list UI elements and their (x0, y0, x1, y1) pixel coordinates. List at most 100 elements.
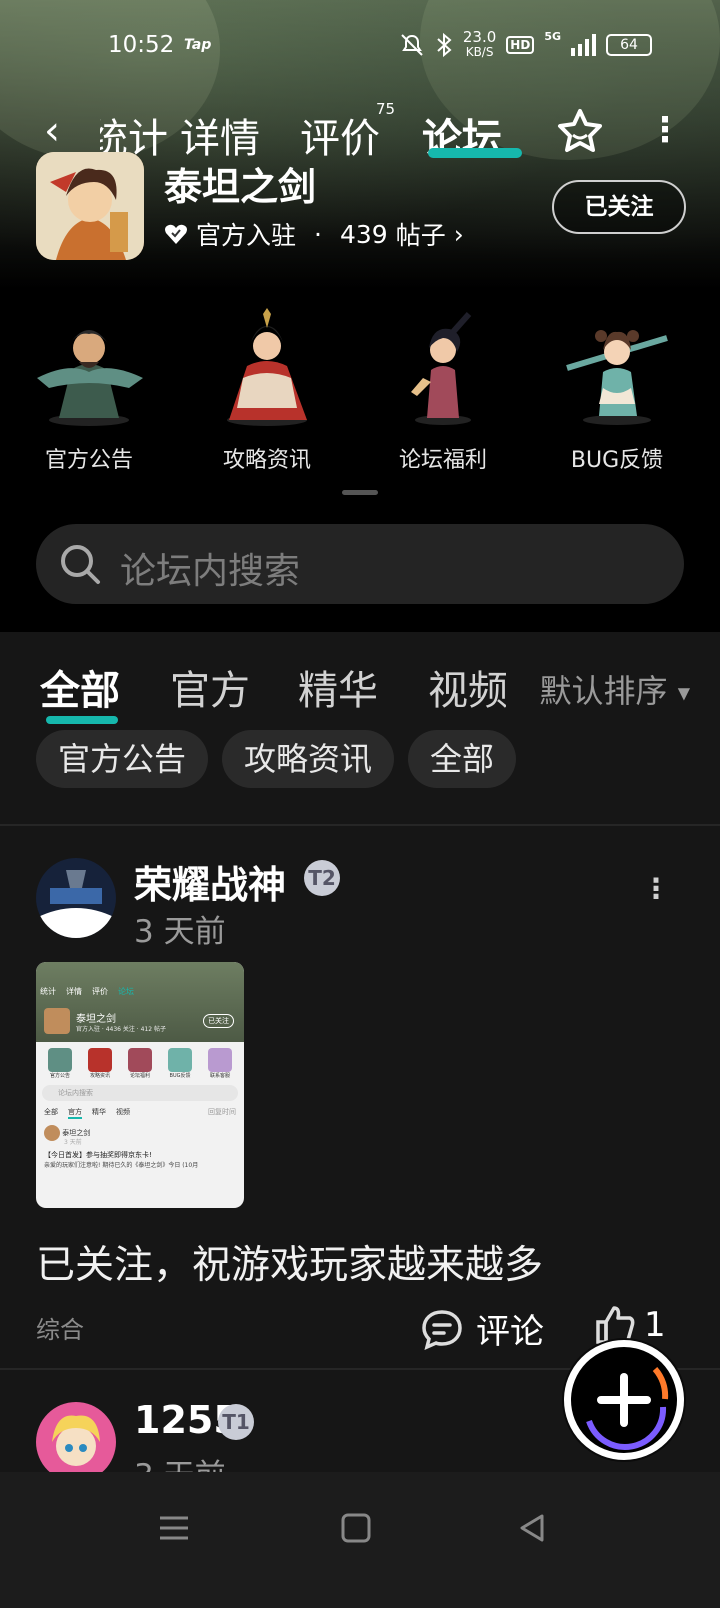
thumb-post-preview: 亲爱的玩家们注意啦! 期待已久的《泰坦之剑》今日 (10月 (44, 1162, 199, 1169)
reviews-count-badge: 75 (376, 100, 396, 118)
sort-label: 默认排序 (539, 672, 668, 710)
game-info: 泰坦之剑 官方入驻 · 439 帖子 › 已关注 (36, 152, 686, 262)
thumb-sort: 回复时间 (208, 1108, 236, 1116)
post-time: 3 天前 (134, 914, 226, 950)
thumb-meta: 官方入驻 · 4436 关注 · 412 帖子 (76, 1026, 166, 1033)
chip-official-announcement[interactable]: 官方公告 (36, 730, 209, 788)
category-label: 攻略资讯 (222, 448, 311, 473)
category-label: 官方公告 (44, 448, 133, 473)
thumb-ftab: 精华 (92, 1108, 106, 1116)
comment-button[interactable]: 评论 (420, 1304, 544, 1353)
top-nav: ‹ 统计 详情 评价 75 论坛 ⋮ (0, 100, 720, 162)
thumb-title: 泰坦之剑 (76, 1014, 116, 1025)
thumb-tab: 详情 (66, 987, 82, 996)
thumb-tab: 论坛 (118, 987, 134, 996)
favorite-star-icon[interactable] (555, 106, 605, 156)
meta-separator: · (314, 219, 322, 249)
post-more-icon[interactable]: ⋮ (642, 875, 670, 903)
feed-tabs: 全部 官方 精华 视频 默认排序 ▼ (0, 652, 720, 724)
category-label: BUG反馈 (570, 448, 664, 473)
plus-icon (586, 1367, 669, 1450)
search-input[interactable]: 论坛内搜索 (120, 542, 300, 594)
battery-level: 64 (620, 37, 638, 53)
official-label: 官方入驻 (196, 221, 297, 250)
signal-icon (571, 34, 596, 56)
network-type: 5G (544, 30, 561, 43)
more-options-icon[interactable]: ⋮ (648, 110, 682, 150)
forum-search-bar[interactable]: 论坛内搜索 (36, 524, 684, 604)
follow-button[interactable]: 已关注 (552, 180, 686, 234)
network-speed-value: 23.0 (462, 28, 497, 46)
create-post-button[interactable] (564, 1340, 684, 1460)
thumb-tab: 统计 (40, 987, 56, 996)
thumb-ftab: 官方 (68, 1107, 82, 1119)
search-icon (61, 545, 100, 584)
feed-tab-featured[interactable]: 精华 (298, 658, 378, 716)
user-level-badge: T1 (218, 1404, 254, 1440)
thumb-cat: 官方公告 (49, 1073, 70, 1079)
feed-tab-indicator (46, 716, 118, 724)
feed-tab-all[interactable]: 全部 (40, 658, 120, 716)
status-time: 10:52 (108, 32, 175, 58)
category-bug-report[interactable]: BUG反馈 (532, 300, 702, 474)
home-icon[interactable] (340, 1512, 372, 1544)
battery-icon: 64 (606, 34, 652, 56)
menu-icon[interactable] (158, 1512, 190, 1544)
feed-tab-official[interactable]: 官方 (170, 658, 250, 716)
thumb-search: 论坛内搜索 (42, 1085, 238, 1101)
category-label: 论坛福利 (398, 448, 487, 473)
thumb-ftab: 视频 (116, 1108, 130, 1116)
tap-logo: Tap (184, 37, 212, 53)
verified-heart-icon (165, 224, 187, 244)
posts-label[interactable]: 帖子 (396, 216, 446, 252)
category-official-announcement[interactable]: 官方公告 (4, 300, 174, 474)
thumb-cat: 联系客服 (209, 1073, 230, 1079)
chevron-right-icon[interactable]: › (454, 220, 464, 249)
game-header: 10:52 Tap 23.0 KB/S HD 5G 64 ‹ 统计 详情 评价 … (0, 0, 720, 290)
character-girl-icon (557, 308, 677, 428)
category-welfare[interactable]: 论坛福利 (358, 300, 528, 474)
author-avatar[interactable] (36, 1402, 116, 1482)
thumb-tab: 评价 (92, 987, 108, 996)
author-avatar[interactable] (36, 858, 116, 938)
hd-badge: HD (506, 36, 535, 54)
comment-label: 评论 (476, 1312, 544, 1352)
thumb-post-author: 泰坦之剑 (62, 1129, 91, 1137)
network-speed-unit: KB/S (465, 45, 494, 59)
thumb-ftab: 全部 (44, 1108, 58, 1116)
chip-all[interactable]: 全部 (408, 730, 517, 788)
thumb-cat: 论坛福利 (129, 1073, 150, 1079)
game-title: 泰坦之剑 (164, 165, 317, 209)
thumb-follow: 已关注 (203, 1014, 234, 1028)
sort-dropdown[interactable]: 默认排序 ▼ (540, 666, 691, 712)
author-name[interactable]: 荣耀战神 (134, 854, 286, 909)
forum-categories: 官方公告 攻略资讯 论坛福利 BUG反馈 (0, 300, 720, 490)
system-nav-bar (0, 1472, 720, 1608)
character-lady-icon (207, 308, 327, 428)
game-logo[interactable] (36, 152, 144, 260)
feed-tab-video[interactable]: 视频 (428, 658, 506, 716)
chip-guides[interactable]: 攻略资讯 (222, 730, 395, 788)
post-category-tag[interactable]: 综合 (36, 1310, 84, 1345)
status-bar: 10:52 Tap 23.0 KB/S HD 5G 64 (0, 28, 720, 68)
back-icon[interactable]: ‹ (44, 108, 60, 154)
post-card[interactable]: 荣耀战神 T2 3 天前 ⋮ 统计 详情 评价 论坛 泰坦之剑 官方入驻 · 4… (0, 858, 720, 1358)
like-count: 1 (644, 1305, 666, 1345)
mute-icon (401, 34, 423, 56)
category-guides[interactable]: 攻略资讯 (182, 300, 352, 474)
thumb-post-time: 3 天前 (64, 1139, 82, 1146)
user-level-badge: T2 (304, 860, 340, 896)
post-image[interactable]: 统计 详情 评价 论坛 泰坦之剑 官方入驻 · 4436 关注 · 412 帖子… (36, 962, 244, 1208)
thumb-cat: BUG反馈 (169, 1073, 191, 1079)
caret-down-icon: ▼ (677, 683, 690, 703)
posts-count[interactable]: 439 (340, 220, 388, 249)
character-swordsman-icon (383, 308, 503, 428)
character-warrior-icon (29, 308, 149, 428)
bluetooth-icon (437, 32, 452, 58)
thumb-cat: 攻略资讯 (89, 1073, 110, 1079)
back-nav-icon[interactable] (516, 1512, 548, 1544)
thumb-post-title: 【今日首发】参与抽奖即得京东卡! (44, 1151, 152, 1159)
category-page-indicator (342, 490, 378, 495)
filter-chips: 官方公告 攻略资讯 全部 (36, 730, 517, 788)
post-body[interactable]: 已关注，祝游戏玩家越来越多 (36, 1234, 543, 1290)
